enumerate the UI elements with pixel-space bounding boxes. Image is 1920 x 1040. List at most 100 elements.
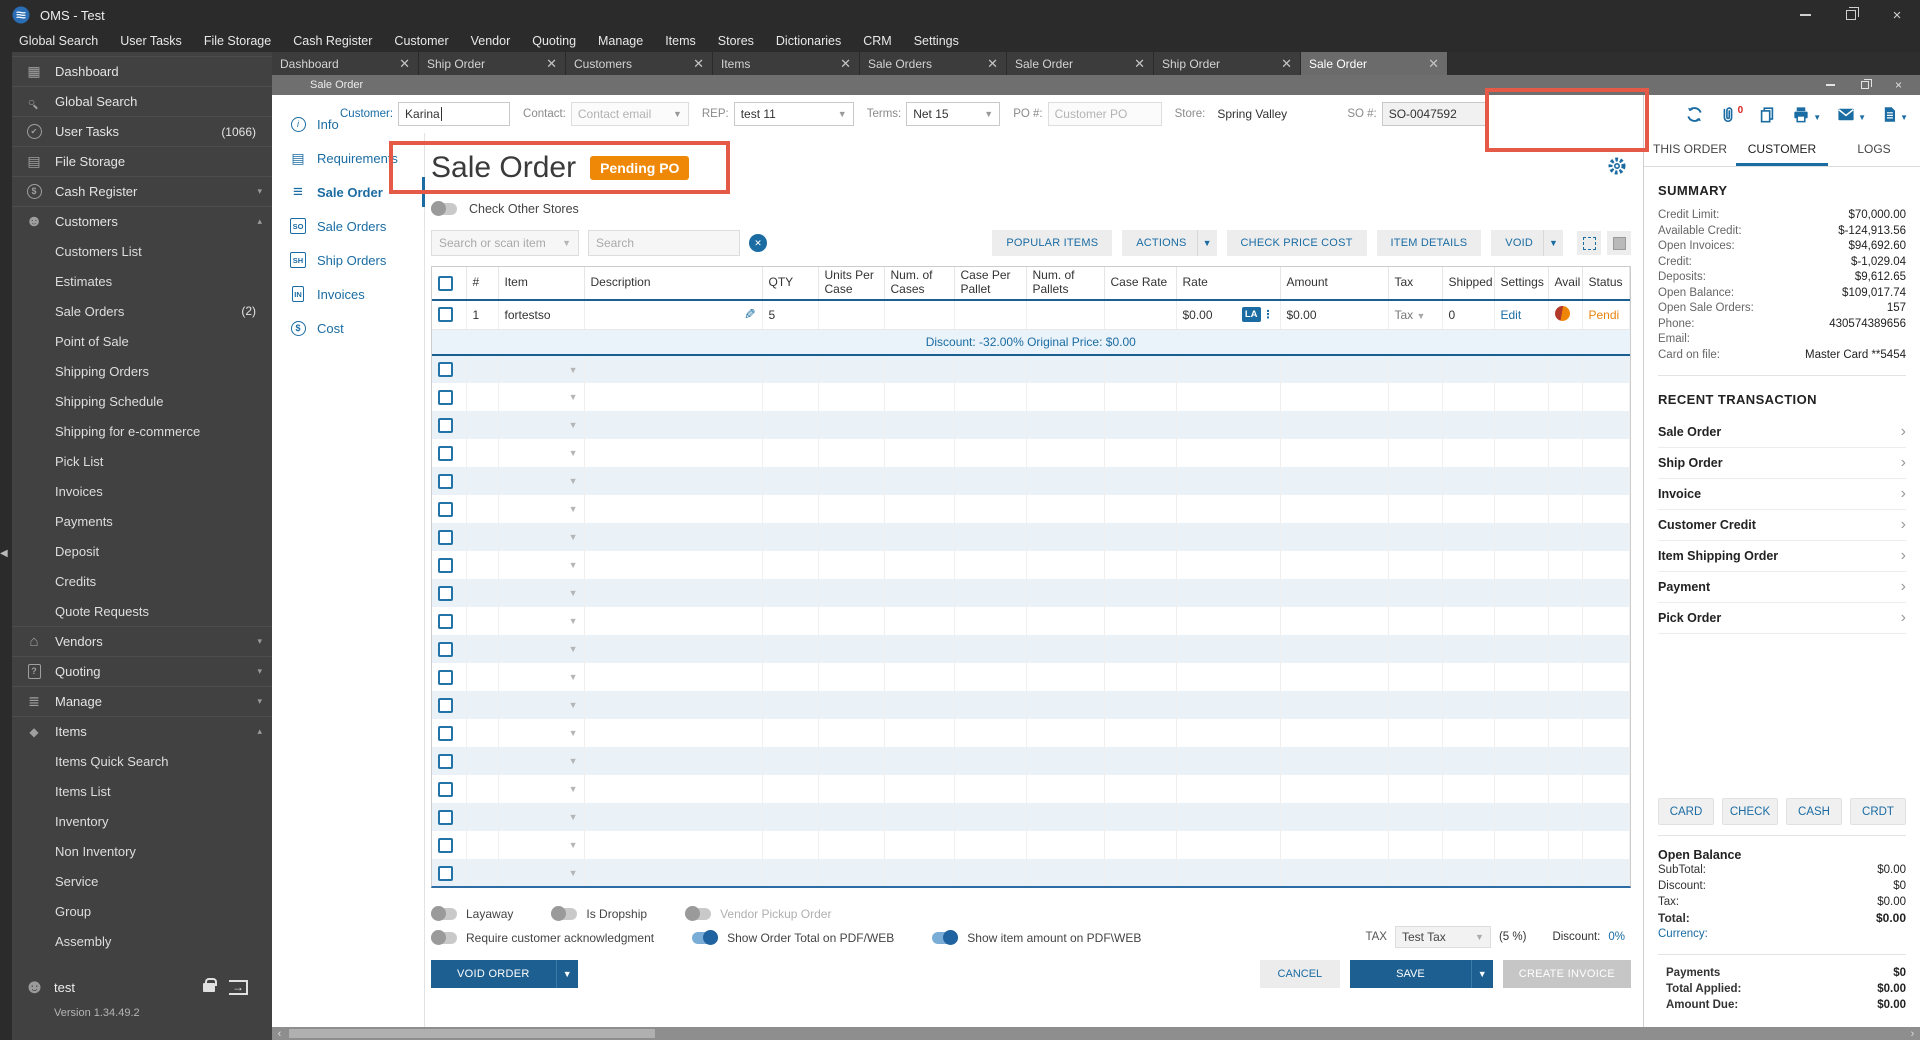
inner-restore-button[interactable] <box>1860 79 1872 89</box>
currency-link[interactable]: Currency: <box>1658 926 1906 942</box>
void-dropdown-arrow[interactable]: ▼ <box>1543 230 1563 256</box>
toggle-switch[interactable] <box>692 930 719 945</box>
empty-item-cell[interactable]: ▼ <box>498 411 585 439</box>
empty-item-cell[interactable]: ▼ <box>498 803 585 831</box>
sidebar-item[interactable]: Shipping Schedule <box>12 386 272 416</box>
sidebar-item[interactable]: File Storage <box>12 146 272 176</box>
sidebar-item[interactable]: Inventory <box>12 806 272 836</box>
sidebar-item[interactable]: User Tasks (1066) <box>12 116 272 146</box>
void-order-button[interactable]: VOID ORDER <box>431 960 556 988</box>
empty-item-cell[interactable]: ▼ <box>498 831 585 859</box>
tax-select[interactable]: Test Tax ▼ <box>1394 926 1491 948</box>
toggle-switch[interactable] <box>685 906 712 921</box>
email-icon[interactable]: ▼ <box>1836 105 1866 124</box>
sidebar-item[interactable]: Quoting ▾ <box>12 656 272 686</box>
item-details-button[interactable]: ITEM DETAILS <box>1376 230 1482 256</box>
sidebar-collapse-arrow-icon[interactable]: ◀ <box>0 548 8 559</box>
empty-item-cell[interactable]: ▼ <box>498 719 585 747</box>
recent-transaction-item[interactable]: Ship Order › <box>1658 448 1906 479</box>
row-checkbox[interactable] <box>438 613 453 629</box>
logout-icon[interactable]: → <box>229 980 248 995</box>
edit-pencil-icon[interactable]: ✎ <box>744 306 756 323</box>
sidebar-item[interactable]: Estimates <box>12 266 272 296</box>
menu-item[interactable]: Cash Register <box>282 34 383 48</box>
menu-item[interactable]: Vendor <box>460 34 522 48</box>
empty-item-cell[interactable]: ▼ <box>498 635 585 663</box>
empty-item-cell[interactable]: ▼ <box>498 383 585 411</box>
menu-item[interactable]: Settings <box>903 34 970 48</box>
recent-transaction-item[interactable]: Customer Credit › <box>1658 510 1906 541</box>
toggle-switch[interactable] <box>551 906 578 921</box>
sidebar-item[interactable]: Pick List <box>12 446 272 476</box>
sidebar-item[interactable]: Shipping Orders <box>12 356 272 386</box>
grid-settings-icon[interactable] <box>1607 231 1631 255</box>
tab-close-icon[interactable]: ✕ <box>834 56 851 72</box>
contact-select[interactable]: Contact email ▼ <box>570 102 689 126</box>
window-minimize-button[interactable] <box>1782 0 1828 30</box>
so-number-input[interactable]: SO-0047592 <box>1381 102 1488 126</box>
recent-transaction-item[interactable]: Item Shipping Order › <box>1658 541 1906 572</box>
cell-item[interactable]: fortestso <box>498 300 585 330</box>
select-all-checkbox[interactable] <box>438 275 453 291</box>
recent-transaction-item[interactable]: Sale Order › <box>1658 417 1906 448</box>
row-checkbox[interactable] <box>438 389 453 405</box>
empty-item-cell[interactable]: ▼ <box>498 355 585 383</box>
option-toggle[interactable]: Require customer acknowledgment <box>431 930 654 945</box>
document-tab[interactable]: Items ✕ <box>713 52 860 75</box>
scrollbar-thumb[interactable] <box>289 1029 655 1038</box>
sidebar-item[interactable]: Sale Orders (2) <box>12 296 272 326</box>
row-checkbox[interactable] <box>438 557 453 573</box>
sidebar-item[interactable]: Service <box>12 866 272 896</box>
empty-item-cell[interactable]: ▼ <box>498 551 585 579</box>
document-tab[interactable]: Sale Orders ✕ <box>860 52 1007 75</box>
option-toggle[interactable]: Show Order Total on PDF/WEB <box>692 930 894 945</box>
order-nav-item[interactable]: Invoices <box>272 277 424 311</box>
row-checkbox[interactable] <box>438 307 453 323</box>
option-toggle[interactable]: Vendor Pickup Order <box>685 906 831 921</box>
sidebar-item[interactable]: Cash Register ▾ <box>12 176 272 206</box>
edit-link[interactable]: Edit <box>1501 308 1522 322</box>
row-checkbox[interactable] <box>438 641 453 657</box>
empty-item-cell[interactable]: ▼ <box>498 663 585 691</box>
document-tab[interactable]: Dashboard ✕ <box>272 52 419 75</box>
menu-item[interactable]: Dictionaries <box>765 34 852 48</box>
la-badge[interactable]: LA <box>1241 307 1261 323</box>
order-nav-item[interactable]: Cost <box>272 311 424 345</box>
option-toggle[interactable]: Is Dropship <box>551 906 647 921</box>
sidebar-item[interactable]: Credits <box>12 566 272 596</box>
sidebar-item[interactable]: Customers ▴ <box>12 206 272 236</box>
tab-close-icon[interactable]: ✕ <box>393 56 410 72</box>
option-toggle[interactable]: Layaway <box>431 906 513 921</box>
select-cells-icon[interactable] <box>1577 231 1601 255</box>
toggle-switch[interactable] <box>932 930 959 945</box>
save-button[interactable]: SAVE <box>1350 960 1471 988</box>
document-tab[interactable]: Sale Order ✕ <box>1301 52 1448 75</box>
empty-item-cell[interactable]: ▼ <box>498 495 585 523</box>
panel-tab[interactable]: THIS ORDER <box>1644 133 1736 166</box>
kebab-menu-icon[interactable]: ⋮ <box>1263 308 1274 321</box>
empty-item-cell[interactable]: ▼ <box>498 607 585 635</box>
order-nav-item[interactable]: Sale Orders <box>272 209 424 243</box>
check-other-stores-toggle[interactable] <box>431 201 457 216</box>
chevron-down-icon[interactable]: ▼ <box>1900 113 1908 122</box>
customer-input[interactable]: Karina <box>398 102 511 126</box>
sync-icon[interactable] <box>1685 105 1704 124</box>
menu-item[interactable]: File Storage <box>193 34 282 48</box>
row-checkbox[interactable] <box>438 585 453 601</box>
print-icon[interactable]: ▼ <box>1791 105 1821 124</box>
empty-item-cell[interactable]: ▼ <box>498 775 585 803</box>
document-tab[interactable]: Ship Order ✕ <box>1154 52 1301 75</box>
row-checkbox[interactable] <box>438 809 453 825</box>
toggle-switch[interactable] <box>431 930 457 945</box>
popular-items-button[interactable]: POPULAR ITEMS <box>992 230 1113 256</box>
clear-search-button[interactable]: ✕ <box>749 234 767 252</box>
payment-method-button[interactable]: CRDT <box>1850 798 1906 825</box>
void-button[interactable]: VOID <box>1491 230 1543 256</box>
document-tab[interactable]: Ship Order ✕ <box>419 52 566 75</box>
menu-item[interactable]: Stores <box>707 34 765 48</box>
terms-select[interactable]: Net 15 ▼ <box>906 102 1001 126</box>
actions-dropdown-arrow[interactable]: ▼ <box>1196 230 1217 256</box>
panel-tab[interactable]: CUSTOMER <box>1736 133 1828 166</box>
payment-method-button[interactable]: CASH <box>1786 798 1842 825</box>
tab-close-icon[interactable]: ✕ <box>1128 56 1145 72</box>
